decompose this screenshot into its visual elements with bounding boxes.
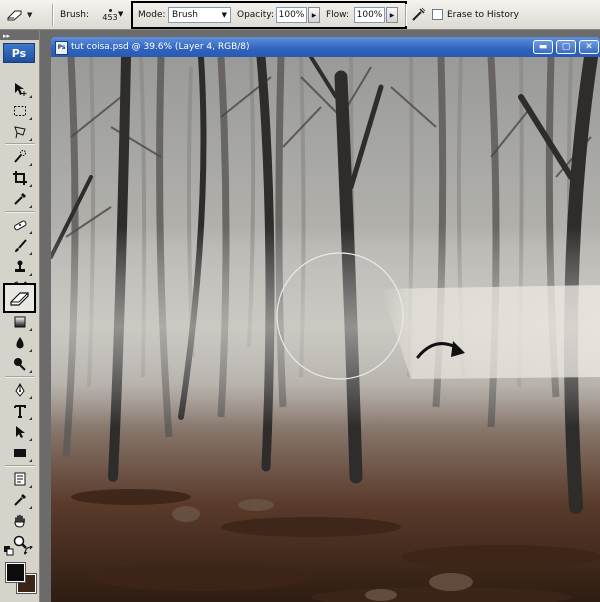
mode-label: Mode:	[138, 10, 166, 20]
chevron-down-icon[interactable]: ▼	[118, 10, 123, 18]
path-selection-tool[interactable]	[8, 422, 32, 442]
options-bar: ▼ Brush: 453 ▼ Mode: Brush ▼ Opacity: 10…	[0, 0, 600, 30]
marquee-icon	[14, 106, 26, 116]
pen-tool[interactable]	[8, 380, 32, 400]
separator	[52, 4, 54, 26]
eyedropper-icon	[14, 494, 26, 506]
tools-panel: ▸▸ Ps	[0, 31, 40, 602]
crop-tool[interactable]	[8, 168, 32, 188]
psd-file-icon: Ps	[55, 41, 68, 55]
maximize-icon: ▢	[561, 41, 571, 52]
mode-select[interactable]: Brush ▼	[168, 7, 231, 23]
document-titlebar[interactable]: Ps tut coisa.psd @ 39.6% (Layer 4, RGB/8…	[51, 37, 600, 57]
divider	[5, 465, 35, 467]
double-chevron-icon: ▸▸	[3, 31, 11, 40]
marquee-tool[interactable]	[8, 101, 32, 121]
shape-tool[interactable]	[8, 443, 32, 463]
eraser-icon	[10, 292, 29, 306]
erased-area	[381, 285, 600, 379]
chevron-down-icon: ▼	[27, 11, 33, 19]
tool-preset-picker[interactable]: ▼	[6, 0, 32, 30]
blur-tool[interactable]	[8, 333, 32, 353]
clone-stamp-icon	[15, 260, 25, 272]
ps-logo: Ps	[3, 43, 35, 63]
lasso-icon	[14, 126, 26, 139]
brush-size: 453	[102, 12, 118, 22]
eyedropper-icon	[14, 193, 26, 205]
erase-to-history-label: Erase to History	[447, 10, 519, 20]
notes-icon	[14, 472, 26, 486]
move-tool[interactable]	[8, 79, 32, 99]
brush-tip-icon	[108, 8, 112, 12]
dodge-icon	[14, 358, 26, 371]
flow-label: Flow:	[326, 10, 350, 20]
document-title: tut coisa.psd @ 39.6% (Layer 4, RGB/8)	[71, 42, 250, 52]
gradient-icon	[14, 316, 26, 328]
image-canvas[interactable]	[51, 57, 600, 602]
quick-selection-icon	[14, 150, 26, 163]
type-icon	[14, 405, 26, 418]
default-colors-icon[interactable]	[4, 546, 14, 559]
healing-brush-tool[interactable]	[8, 215, 32, 235]
close-button[interactable]: ✕	[579, 40, 599, 54]
swap-colors-icon[interactable]	[23, 545, 34, 559]
move-icon	[15, 83, 27, 96]
airbrush-icon	[411, 6, 427, 25]
hand-tool[interactable]	[8, 511, 32, 531]
healing-brush-icon	[14, 220, 27, 231]
forest-image	[51, 57, 600, 602]
rectangle-icon	[14, 449, 26, 457]
path-selection-icon	[16, 426, 25, 438]
chevron-down-icon: ▼	[221, 11, 227, 19]
panel-grip[interactable]: ▸▸	[0, 31, 39, 40]
maximize-button[interactable]: ▢	[556, 40, 576, 54]
eyedropper-tool[interactable]	[8, 189, 32, 209]
minimize-icon: ▬	[538, 41, 548, 52]
separator	[405, 4, 407, 26]
hand-icon	[14, 514, 25, 528]
gradient-tool[interactable]	[8, 312, 32, 332]
minimize-button[interactable]: ▬	[533, 40, 553, 54]
erase-to-history-checkbox[interactable]	[432, 9, 443, 20]
clone-stamp-tool[interactable]	[8, 257, 32, 277]
dodge-tool[interactable]	[8, 354, 32, 374]
notes-tool[interactable]	[8, 469, 32, 489]
mode-value: Brush	[172, 10, 198, 20]
flow-input[interactable]: 100%	[354, 7, 385, 23]
opacity-slider-button[interactable]: ▶	[308, 7, 320, 23]
quick-selection-tool[interactable]	[8, 147, 32, 167]
divider	[5, 376, 35, 378]
eyedropper-tool-2[interactable]	[8, 490, 32, 510]
airbrush-toggle[interactable]	[411, 0, 427, 30]
flow-slider-button[interactable]: ▶	[386, 7, 398, 23]
lasso-tool[interactable]	[8, 122, 32, 142]
opacity-input[interactable]: 100%	[276, 7, 307, 23]
type-tool[interactable]	[8, 401, 32, 421]
brush-tool[interactable]	[8, 236, 32, 256]
pen-icon	[15, 382, 25, 397]
crop-icon	[13, 171, 27, 185]
divider	[5, 143, 35, 145]
blur-icon	[16, 337, 24, 349]
opacity-label: Opacity:	[237, 10, 274, 20]
brush-label: Brush:	[60, 10, 90, 20]
eraser-icon	[6, 8, 24, 22]
foreground-color-swatch[interactable]	[5, 562, 26, 583]
chevron-right-icon: ▶	[311, 11, 317, 19]
document-window: Ps tut coisa.psd @ 39.6% (Layer 4, RGB/8…	[51, 37, 600, 602]
eraser-tool[interactable]	[3, 283, 36, 313]
divider	[5, 211, 35, 213]
close-icon: ✕	[585, 41, 593, 52]
brush-icon	[15, 239, 27, 252]
chevron-right-icon: ▶	[389, 11, 395, 19]
